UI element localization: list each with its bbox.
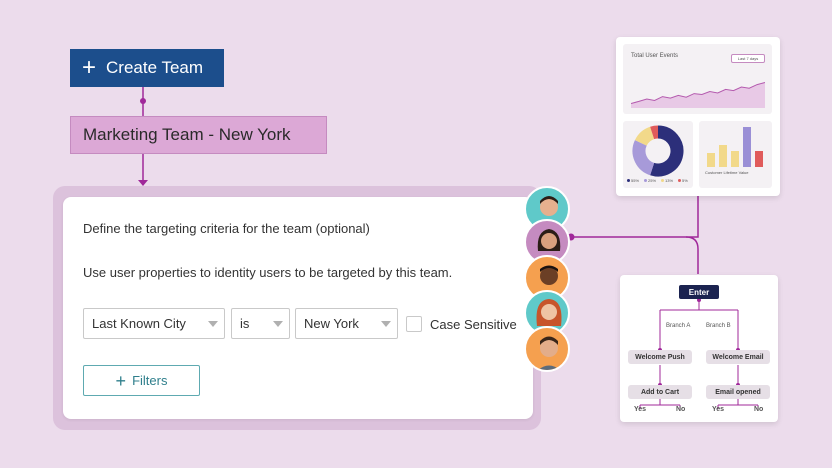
- legend-item: 55%: [627, 178, 639, 183]
- yes-label: Yes: [634, 406, 647, 413]
- create-team-button[interactable]: + Create Team: [70, 49, 224, 87]
- bar-caption: Customer Lifetime Value: [705, 170, 749, 175]
- legend-swatch: [678, 179, 682, 182]
- operator-select-value: is: [240, 316, 250, 331]
- events-panel: Total User Events Last 7 days 55% 25% 13% 5…: [616, 37, 780, 196]
- case-sensitive-label: Case Sensitive: [430, 317, 517, 332]
- legend-item: 5%: [678, 178, 688, 183]
- legend-item: 13%: [661, 178, 673, 183]
- create-team-label: Create Team: [106, 58, 204, 77]
- targeting-description: Use user properties to identity users to…: [83, 265, 453, 280]
- chevron-down-icon: [381, 321, 391, 327]
- no-label: No: [754, 406, 764, 413]
- plus-icon: +: [82, 54, 97, 81]
- property-select-value: Last Known City: [92, 316, 186, 331]
- welcome-email-node: Welcome Email: [706, 350, 770, 364]
- legend-label: 5%: [682, 178, 688, 183]
- lifetime-value-bar-chart: [707, 127, 763, 167]
- bar: [755, 151, 763, 167]
- donut-legend: 55% 25% 13% 5%: [627, 178, 688, 183]
- legend-label: 55%: [631, 178, 640, 183]
- case-sensitive-checkbox[interactable]: [406, 316, 422, 332]
- legend-swatch: [661, 179, 665, 182]
- filters-button[interactable]: + Filters: [83, 365, 200, 396]
- legend-item: 25%: [644, 178, 656, 183]
- yes-label: Yes: [712, 406, 725, 413]
- plus-icon: +: [115, 370, 127, 391]
- range-select[interactable]: Last 7 days: [731, 54, 765, 63]
- enter-node: Enter: [679, 285, 719, 299]
- value-select[interactable]: New York: [295, 308, 398, 339]
- legend-label: 13%: [665, 178, 674, 183]
- filters-label: Filters: [132, 373, 168, 388]
- donut-slice: [634, 126, 655, 147]
- bar: [707, 153, 715, 167]
- legend-swatch: [644, 179, 648, 182]
- events-title: Total User Events: [631, 53, 679, 59]
- value-select-value: New York: [304, 316, 359, 331]
- donut-slice: [650, 125, 659, 140]
- avatar: [524, 326, 570, 372]
- team-name-box[interactable]: Marketing Team - New York: [70, 116, 327, 154]
- branch-b-label: Branch B: [706, 323, 731, 329]
- welcome-push-node: Welcome Push: [628, 350, 692, 364]
- flow-panel: Enter Branch A Branch B Welcome Push Wel…: [620, 275, 778, 422]
- line-area: [631, 82, 765, 108]
- team-name-label: Marketing Team - New York: [83, 125, 291, 144]
- donut-chart: [632, 125, 684, 177]
- donut-slice: [632, 140, 655, 176]
- bar: [743, 127, 751, 167]
- operator-select[interactable]: is: [231, 308, 290, 339]
- bar: [719, 145, 727, 167]
- chevron-down-icon: [273, 321, 283, 327]
- user-events-line-chart: [631, 82, 765, 108]
- line-chart-card: Total User Events Last 7 days: [623, 44, 772, 114]
- donut-card: 55% 25% 13% 5%: [623, 121, 693, 188]
- targeting-title: Define the targeting criteria for the te…: [83, 221, 370, 236]
- legend-label: 25%: [648, 178, 657, 183]
- chevron-down-icon: [208, 321, 218, 327]
- no-label: No: [676, 406, 686, 413]
- branch-a-label: Branch A: [666, 323, 691, 329]
- email-opened-node: Email opened: [706, 385, 770, 399]
- legend-swatch: [627, 179, 630, 182]
- add-to-cart-node: Add to Cart: [628, 385, 692, 399]
- bar: [731, 151, 739, 167]
- bar-card: Customer Lifetime Value: [699, 121, 772, 188]
- property-select[interactable]: Last Known City: [83, 308, 225, 339]
